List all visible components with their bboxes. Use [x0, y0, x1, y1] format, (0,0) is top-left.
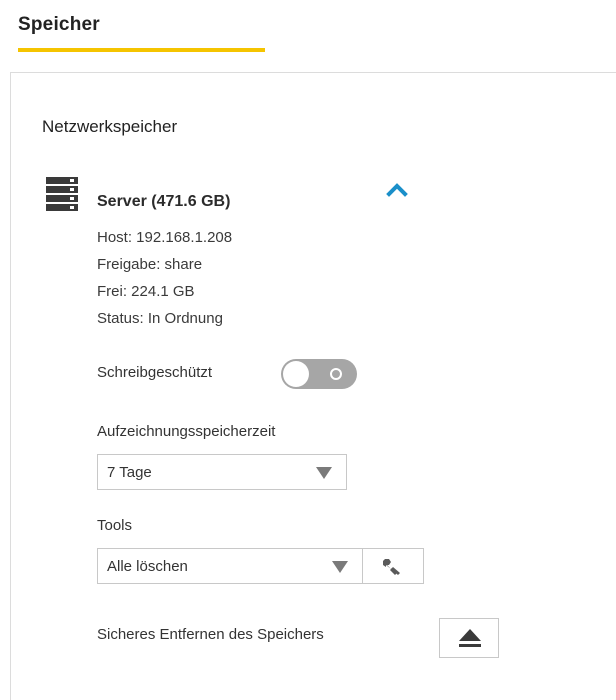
readonly-label: Schreibgeschützt — [97, 364, 213, 381]
toggle-off-indicator — [330, 368, 342, 380]
tools-select[interactable]: Alle löschen — [97, 548, 363, 584]
safe-remove-label: Sicheres Entfernen des Speichers — [97, 626, 324, 643]
server-share: Freigabe: share — [97, 256, 203, 273]
server-free-space: Frei: 224.1 GB — [97, 283, 195, 300]
server-icon — [46, 177, 78, 211]
tools-value: Alle löschen — [107, 558, 188, 575]
section-title: Netzwerkspeicher — [42, 117, 178, 136]
server-status: Status: In Ordnung — [97, 310, 223, 327]
eject-button[interactable] — [439, 618, 499, 658]
chevron-up-icon[interactable] — [384, 180, 410, 198]
storage-page: Speicher Netzwerkspeicher Server (471.6 … — [0, 0, 616, 700]
readonly-toggle[interactable] — [281, 359, 357, 389]
server-name: Server (471.6 GB) — [97, 193, 231, 210]
wrench-icon — [383, 559, 400, 575]
server-host: Host: 192.168.1.208 — [97, 229, 233, 246]
eject-icon — [459, 629, 481, 647]
toggle-knob — [283, 361, 309, 387]
dropdown-arrow-icon — [316, 467, 332, 479]
title-underline — [18, 48, 265, 52]
tools-label: Tools — [97, 517, 133, 534]
dropdown-arrow-icon — [332, 561, 348, 573]
recording-retention-select[interactable]: 7 Tage — [97, 454, 347, 490]
page-title: Speicher — [18, 14, 100, 35]
recording-retention-label: Aufzeichnungsspeicherzeit — [97, 423, 276, 440]
recording-retention-value: 7 Tage — [107, 464, 152, 481]
run-tool-button[interactable] — [362, 548, 424, 584]
